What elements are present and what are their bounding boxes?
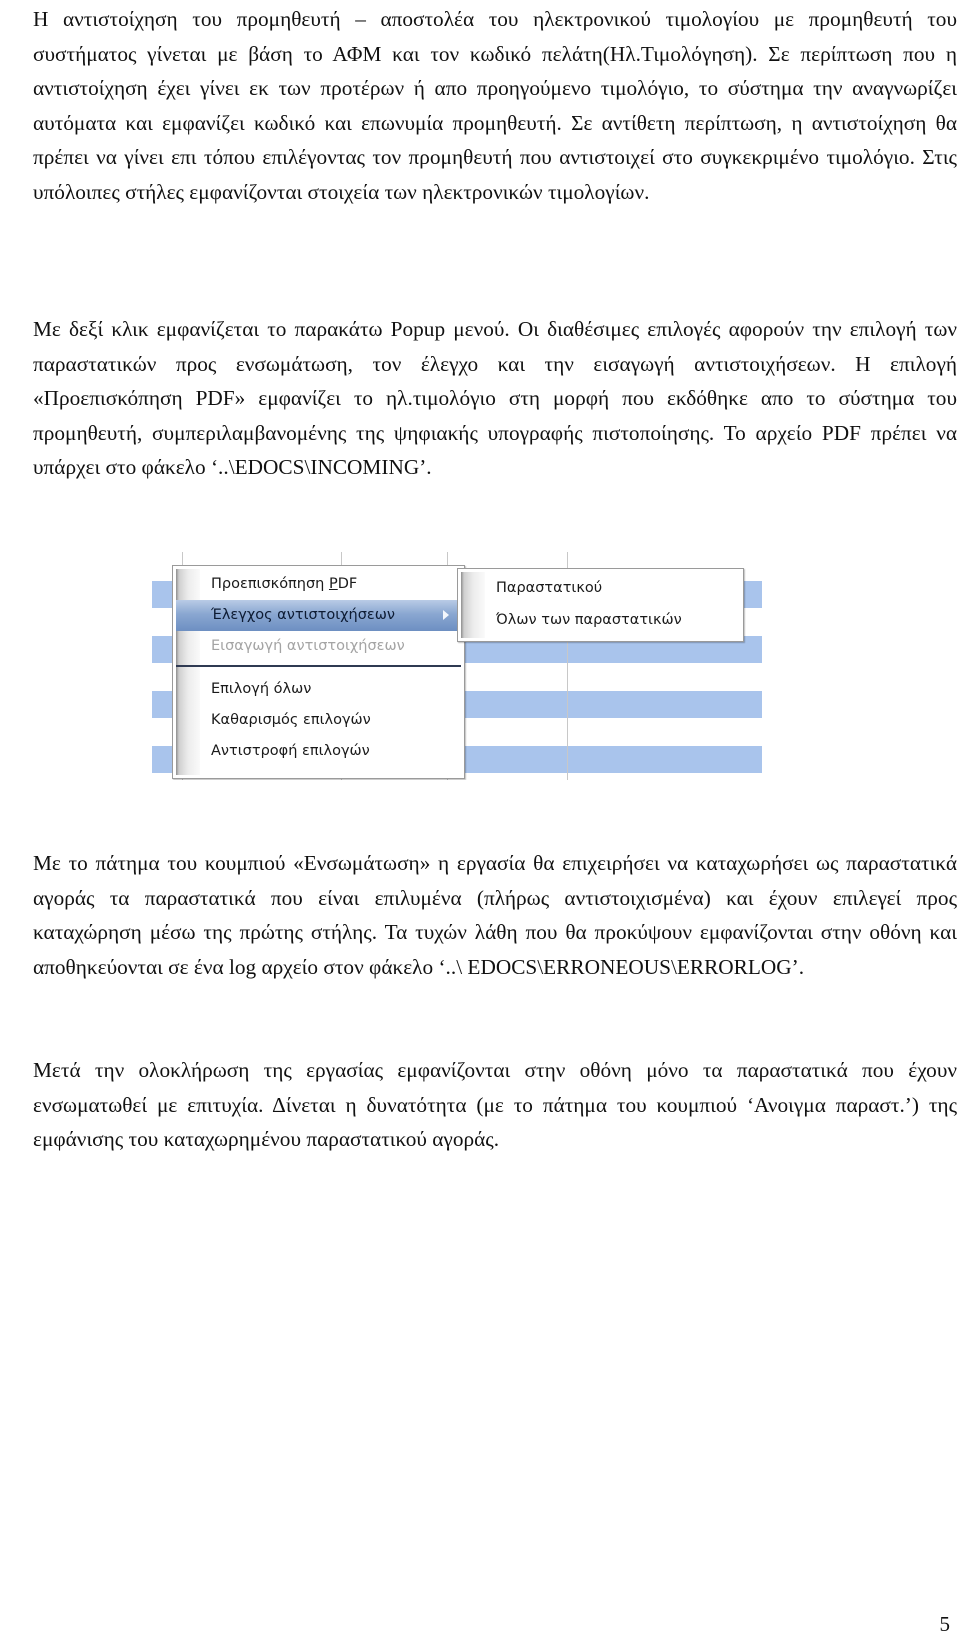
paragraph-popup-menu-description: Με δεξί κλικ εμφανίζεται το παρακάτω Pop… bbox=[33, 317, 957, 480]
menu-item-label: Καθαρισμός επιλογών bbox=[211, 712, 371, 728]
menu-item-label: Έλεγχος αντιστοιχήσεων bbox=[211, 607, 396, 623]
menu-item-label: DF bbox=[337, 576, 358, 592]
menu-item-label: Παραστατικού bbox=[496, 580, 603, 596]
menu-item-invert-selection[interactable]: Αντιστροφή επιλογών bbox=[176, 736, 461, 767]
menu-item-label: Επιλογή όλων bbox=[211, 681, 312, 697]
submenu: Παραστατικού Όλων των παραστατικών bbox=[457, 568, 744, 642]
menu-item-pdf-preview[interactable]: Προεπισκόπηση PDF bbox=[176, 569, 461, 600]
submenu-arrow-icon bbox=[443, 610, 449, 620]
mnemonic-letter: P bbox=[328, 576, 338, 592]
menu-item-clear-selection[interactable]: Καθαρισμός επιλογών bbox=[176, 705, 461, 736]
menu-item-label: Προεπισκόπηση bbox=[211, 576, 329, 592]
menu-item-label: Όλων των παραστατικών bbox=[496, 612, 682, 628]
popup-menu-screenshot: Προεπισκόπηση PDF Έλεγχος αντιστοιχήσεων… bbox=[152, 552, 762, 780]
menu-item-label: Εισαγωγή αντιστοιχήσεων bbox=[211, 638, 405, 654]
menu-item-select-all[interactable]: Επιλογή όλων bbox=[176, 674, 461, 705]
menu-item-check-matches[interactable]: Έλεγχος αντιστοιχήσεων bbox=[176, 600, 461, 631]
paragraph-after-completion: Μετά την ολοκλήρωση της εργασίας εμφανίζ… bbox=[33, 1058, 957, 1152]
paragraph-integration-button: Με το πάτημα του κουμπιού «Ενσωμάτωση» η… bbox=[33, 851, 957, 979]
menu-separator bbox=[176, 665, 461, 667]
submenu-item-document[interactable]: Παραστατικού bbox=[461, 573, 740, 604]
page-number: 5 bbox=[939, 1612, 951, 1636]
menu-item-import-matches[interactable]: Εισαγωγή αντιστοιχήσεων bbox=[176, 631, 461, 662]
context-menu: Προεπισκόπηση PDF Έλεγχος αντιστοιχήσεων… bbox=[172, 565, 465, 779]
paragraph-supplier-matching: Η αντιστοίχηση του προμηθευτή – αποστολέ… bbox=[33, 7, 957, 204]
submenu-item-all-documents[interactable]: Όλων των παραστατικών bbox=[461, 605, 740, 636]
menu-item-label: Αντιστροφή επιλογών bbox=[211, 743, 370, 759]
